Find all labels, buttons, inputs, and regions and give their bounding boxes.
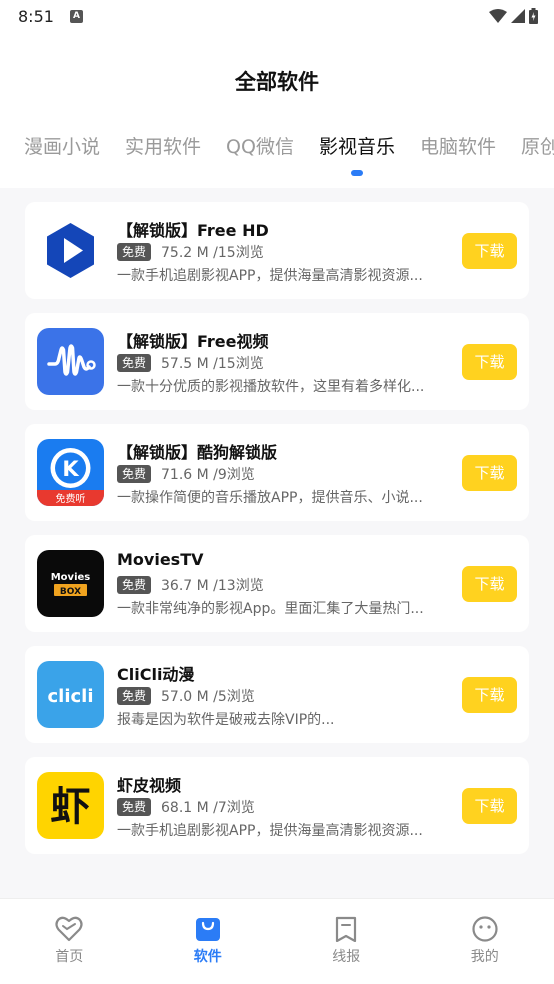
list-item[interactable]: Movies BOX MoviesTV 免费 36.7 M /13浏览 一款非常… xyxy=(25,535,529,632)
tab-video-music[interactable]: 影视音乐 xyxy=(318,132,395,176)
app-size-views: 75.2 M /15浏览 xyxy=(161,245,264,261)
app-meta: 免费 36.7 M /13浏览 xyxy=(117,575,264,595)
heart-icon xyxy=(55,916,83,942)
nav-profile[interactable]: 我的 xyxy=(416,899,554,984)
app-size-views: 57.5 M /15浏览 xyxy=(161,356,264,372)
active-tab-indicator xyxy=(350,170,363,176)
app-description: 一款操作简便的音乐播放APP，提供音乐、小说... xyxy=(117,490,423,506)
nav-home-label: 首页 xyxy=(55,949,84,965)
app-size-views: 36.7 M /13浏览 xyxy=(161,578,264,594)
nav-profile-label: 我的 xyxy=(470,949,499,965)
tab-video-music-label: 影视音乐 xyxy=(318,136,395,158)
tab-utility-software[interactable]: 实用软件 xyxy=(125,132,201,159)
free-badge: 免费 xyxy=(117,687,152,705)
app-list: 【解锁版】Free HD 免费 75.2 M /15浏览 一款手机追剧影视APP… xyxy=(25,202,529,868)
download-button[interactable]: 下载 xyxy=(462,455,517,491)
app-meta: 免费 57.5 M /15浏览 xyxy=(117,353,264,373)
tab-original[interactable]: 原创 xyxy=(521,132,554,159)
app-name: 【解锁版】酷狗解锁版 xyxy=(117,443,278,462)
kugou-free-listen-text: 免费听 xyxy=(56,492,86,505)
list-item[interactable]: K 免费听 【解锁版】酷狗解锁版 免费 71.6 M /9浏览 一款操作简便的音… xyxy=(25,424,529,521)
app-meta: 免费 57.0 M /5浏览 xyxy=(117,686,255,706)
free-badge: 免费 xyxy=(117,576,152,594)
app-description: 一款手机追剧影视APP，提供海量高清影视资源... xyxy=(117,823,423,839)
nav-software-label: 软件 xyxy=(193,949,222,965)
face-icon xyxy=(472,916,498,942)
bookmark-icon xyxy=(336,916,357,942)
page-title: 全部软件 xyxy=(235,70,319,94)
status-bar: 8:51 A xyxy=(0,0,554,32)
signal-icon xyxy=(511,9,525,23)
app-size-views: 71.6 M /9浏览 xyxy=(161,467,255,483)
app-name: 虾皮视频 xyxy=(117,776,182,795)
download-button[interactable]: 下载 xyxy=(462,344,517,380)
shrimp-icon: 虾 xyxy=(37,772,104,839)
tab-comics-novels[interactable]: 漫画小说 xyxy=(24,132,100,159)
app-description: 一款手机追剧影视APP，提供海量高清影视资源... xyxy=(117,268,423,284)
app-name: 【解锁版】Free视频 xyxy=(117,332,269,351)
free-badge: 免费 xyxy=(117,465,152,483)
nav-deals-label: 线报 xyxy=(332,949,361,965)
nav-home[interactable]: 首页 xyxy=(0,899,139,984)
header: 全部软件 漫画小说 实用软件 QQ微信 影视音乐 电脑软件 原创 xyxy=(0,32,554,188)
app-name: MoviesTV xyxy=(117,550,204,569)
app-meta: 免费 71.6 M /9浏览 xyxy=(117,464,255,484)
clicli-icon: clicli xyxy=(37,661,104,728)
kugou-icon: K 免费听 xyxy=(37,439,104,506)
bottom-nav: 首页 软件 线报 我的 xyxy=(0,898,554,984)
nav-software[interactable]: 软件 xyxy=(139,899,278,984)
free-badge: 免费 xyxy=(117,243,152,261)
battery-icon xyxy=(529,8,538,24)
nav-deals[interactable]: 线报 xyxy=(277,899,416,984)
bag-icon xyxy=(195,918,220,941)
app-name: 【解锁版】Free HD xyxy=(117,221,269,240)
play-triangle-icon xyxy=(37,217,104,284)
wifi-icon xyxy=(489,9,507,23)
waveform-icon xyxy=(37,328,104,395)
category-tabs: 漫画小说 实用软件 QQ微信 影视音乐 电脑软件 原创 xyxy=(24,132,554,176)
app-size-views: 68.1 M /7浏览 xyxy=(161,800,255,816)
download-button[interactable]: 下载 xyxy=(462,788,517,824)
app-size-views: 57.0 M /5浏览 xyxy=(161,689,255,705)
box-text: BOX xyxy=(60,587,81,597)
list-item[interactable]: 【解锁版】Free HD 免费 75.2 M /15浏览 一款手机追剧影视APP… xyxy=(25,202,529,299)
movies-text: Movies xyxy=(51,572,91,583)
movies-box-icon: Movies BOX xyxy=(37,550,104,617)
status-icons xyxy=(489,8,538,24)
app-meta: 免费 75.2 M /15浏览 xyxy=(117,242,264,262)
free-badge: 免费 xyxy=(117,354,152,372)
tab-pc-software[interactable]: 电脑软件 xyxy=(420,132,496,159)
free-badge: 免费 xyxy=(117,798,152,816)
download-button[interactable]: 下载 xyxy=(462,566,517,602)
status-time: 8:51 xyxy=(18,6,54,26)
clicli-logo-text: clicli xyxy=(47,686,93,707)
app-description: 报毒是因为软件是破戒去除VIP的... xyxy=(117,712,335,728)
kugou-letter: K xyxy=(62,457,79,481)
list-item[interactable]: 虾 虾皮视频 免费 68.1 M /7浏览 一款手机追剧影视APP，提供海量高清… xyxy=(25,757,529,854)
tab-qq-wechat[interactable]: QQ微信 xyxy=(226,132,294,159)
download-button[interactable]: 下载 xyxy=(462,233,517,269)
list-item[interactable]: 【解锁版】Free视频 免费 57.5 M /15浏览 一款十分优质的影视播放软… xyxy=(25,313,529,410)
app-description: 一款非常纯净的影视App。里面汇集了大量热门... xyxy=(117,601,424,617)
app-description: 一款十分优质的影视播放软件，这里有着多样化... xyxy=(117,379,425,395)
notification-icon: A xyxy=(69,9,83,23)
app-meta: 免费 68.1 M /7浏览 xyxy=(117,797,255,817)
app-name: CliCli动漫 xyxy=(117,665,195,684)
shrimp-logo-text: 虾 xyxy=(51,784,91,830)
download-button[interactable]: 下载 xyxy=(462,677,517,713)
list-item[interactable]: clicli CliCli动漫 免费 57.0 M /5浏览 报毒是因为软件是破… xyxy=(25,646,529,743)
